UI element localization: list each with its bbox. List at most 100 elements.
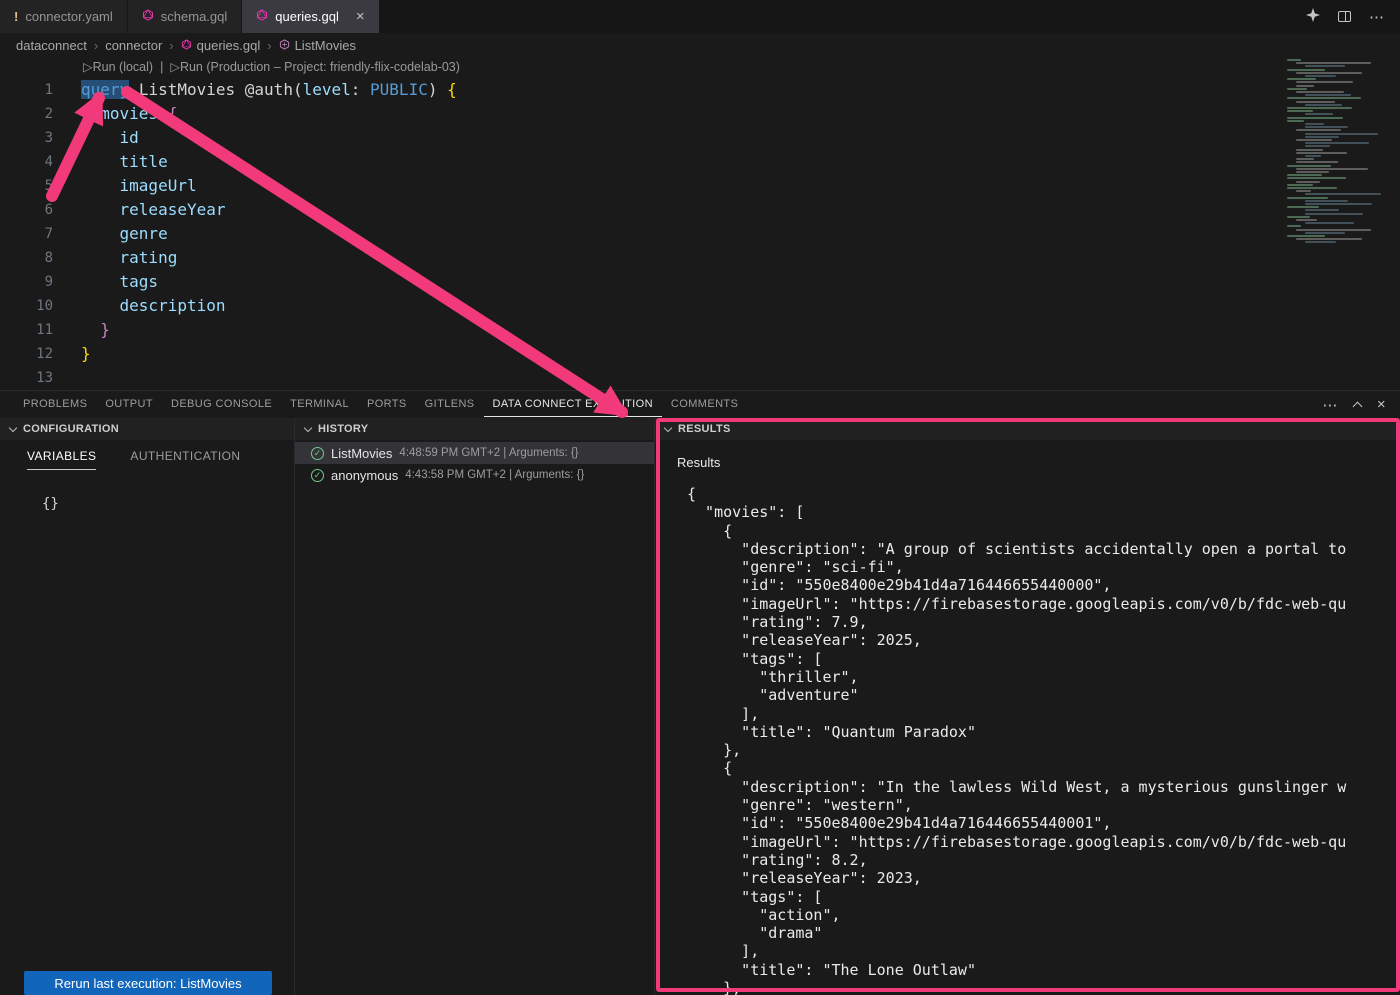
tab-label: connector.yaml — [25, 9, 112, 24]
minimap-line — [1287, 110, 1313, 112]
configuration-section: CONFIGURATION VARIABLES AUTHENTICATION {… — [0, 418, 295, 995]
line-number: 13 — [0, 366, 53, 390]
code-line[interactable]: 11 } — [0, 318, 1280, 342]
panel-maximize-icon[interactable] — [1352, 402, 1362, 412]
code-line[interactable]: 7 genre — [0, 222, 1280, 246]
line-number: 11 — [0, 318, 53, 342]
panel-tab-data-connect-execution[interactable]: DATA CONNECT EXECUTION — [484, 392, 662, 417]
panel-tab-problems[interactable]: PROBLEMS — [14, 392, 96, 417]
code-line[interactable]: 5 imageUrl — [0, 174, 1280, 198]
minimap-line — [1305, 209, 1339, 211]
minimap-line — [1287, 197, 1328, 199]
run-local-link[interactable]: ▷Run (local) — [83, 59, 153, 74]
minimap-line — [1296, 152, 1347, 154]
graphql-icon — [256, 9, 268, 24]
run-production-link[interactable]: ▷Run (Production – Project: friendly-fli… — [170, 59, 460, 74]
line-number: 7 — [0, 222, 53, 246]
minimap-line — [1296, 81, 1353, 83]
line-number: 12 — [0, 342, 53, 366]
breadcrumb-item-connector[interactable]: connector — [105, 38, 162, 53]
minimap-line — [1296, 129, 1341, 131]
close-icon[interactable]: × — [356, 9, 365, 24]
play-icon: ▷ — [83, 60, 93, 74]
code-line[interactable]: 12} — [0, 342, 1280, 366]
panel-tab-terminal[interactable]: TERMINAL — [281, 392, 358, 417]
minimap-line — [1287, 225, 1301, 227]
minimap-line — [1287, 206, 1319, 208]
minimap[interactable] — [1283, 57, 1400, 294]
panel-close-icon[interactable]: × — [1377, 396, 1386, 413]
minimap-line — [1305, 104, 1342, 106]
code-line[interactable]: 2 movies { — [0, 102, 1280, 126]
breadcrumb-item-queries-gql[interactable]: queries.gql — [181, 38, 261, 53]
minimap-line — [1305, 133, 1378, 135]
history-item[interactable]: ✓ListMovies4:48:59 PM GMT+2 | Arguments:… — [295, 442, 654, 464]
split-editor-icon[interactable] — [1338, 11, 1351, 22]
configuration-header[interactable]: CONFIGURATION — [0, 418, 294, 440]
bottom-panel: PROBLEMSOUTPUTDEBUG CONSOLETERMINALPORTS… — [0, 390, 1400, 995]
history-item-meta: 4:43:58 PM GMT+2 | Arguments: {} — [405, 469, 584, 481]
tab-authentication[interactable]: AUTHENTICATION — [130, 449, 240, 470]
panel-tab-output[interactable]: OUTPUT — [96, 392, 162, 417]
rerun-button[interactable]: Rerun last execution: ListMovies — [24, 971, 272, 995]
panel-tabs: PROBLEMSOUTPUTDEBUG CONSOLETERMINALPORTS… — [14, 392, 747, 417]
minimap-line — [1287, 165, 1331, 167]
results-label: Results — [677, 455, 1400, 470]
minimap-line — [1287, 97, 1361, 99]
code-line[interactable]: 9 tags — [0, 270, 1280, 294]
minimap-line — [1305, 232, 1345, 234]
history-item-name: anonymous — [331, 468, 398, 483]
code-line[interactable]: 6 releaseYear — [0, 198, 1280, 222]
panel-tab-debug-console[interactable]: DEBUG CONSOLE — [162, 392, 281, 417]
chevron-down-icon — [9, 423, 17, 431]
minimap-line — [1296, 158, 1314, 160]
minimap-line — [1305, 222, 1354, 224]
minimap-line — [1287, 69, 1325, 71]
code-line[interactable]: 13 — [0, 366, 1280, 390]
line-number: 8 — [0, 246, 53, 270]
editor-tab-bar: ! connector.yaml schema.gql queries.gql … — [0, 0, 1400, 33]
code-line[interactable]: 3 id — [0, 126, 1280, 150]
minimap-line — [1287, 187, 1337, 189]
minimap-line — [1305, 142, 1369, 144]
sparkle-icon[interactable] — [1306, 8, 1320, 26]
code-line[interactable]: 1query ListMovies @auth(level: PUBLIC) { — [0, 78, 1280, 102]
panel-tab-ports[interactable]: PORTS — [358, 392, 416, 417]
minimap-line — [1296, 91, 1344, 93]
line-number: 9 — [0, 270, 53, 294]
panel-tab-comments[interactable]: COMMENTS — [662, 392, 747, 417]
tab-queries-gql[interactable]: queries.gql × — [242, 0, 379, 33]
history-header[interactable]: HISTORY — [295, 418, 654, 440]
tab-variables[interactable]: VARIABLES — [27, 449, 96, 470]
code-line[interactable]: 8 rating — [0, 246, 1280, 270]
tab-connector-yaml[interactable]: ! connector.yaml — [0, 0, 128, 33]
breadcrumb-separator: › — [267, 38, 271, 53]
line-number: 1 — [0, 78, 53, 102]
minimap-line — [1287, 216, 1310, 218]
configuration-tabs: VARIABLES AUTHENTICATION — [0, 440, 294, 470]
code-editor[interactable]: ▷Run (local) | ▷Run (Production – Projec… — [0, 57, 1400, 390]
graphql-icon — [142, 9, 154, 24]
more-actions-icon[interactable]: ⋯ — [1369, 8, 1384, 26]
breadcrumb-item-dataconnect[interactable]: dataconnect — [16, 38, 87, 53]
code-line[interactable]: 4 title — [0, 150, 1280, 174]
minimap-line — [1296, 238, 1362, 240]
codelens-divider: | — [160, 60, 163, 74]
tab-schema-gql[interactable]: schema.gql — [128, 0, 242, 33]
minimap-line — [1296, 161, 1338, 163]
chevron-down-icon — [664, 423, 672, 431]
breadcrumb-item-listmovies[interactable]: ListMovies — [279, 38, 356, 53]
code-line[interactable]: 10 description — [0, 294, 1280, 318]
results-header[interactable]: RESULTS — [655, 418, 1400, 440]
history-item[interactable]: ✓anonymous4:43:58 PM GMT+2 | Arguments: … — [295, 464, 654, 486]
minimap-line — [1305, 75, 1336, 77]
minimap-line — [1305, 65, 1345, 67]
minimap-line — [1305, 241, 1336, 243]
minimap-line — [1296, 171, 1329, 173]
panel-more-icon[interactable]: ⋯ — [1322, 396, 1337, 414]
line-number: 2 — [0, 102, 53, 126]
tab-label: queries.gql — [275, 9, 339, 24]
panel-tab-gitlens[interactable]: GITLENS — [416, 392, 484, 417]
breadcrumb: dataconnect › connector › queries.gql › … — [0, 33, 1400, 57]
minimap-line — [1296, 190, 1311, 192]
